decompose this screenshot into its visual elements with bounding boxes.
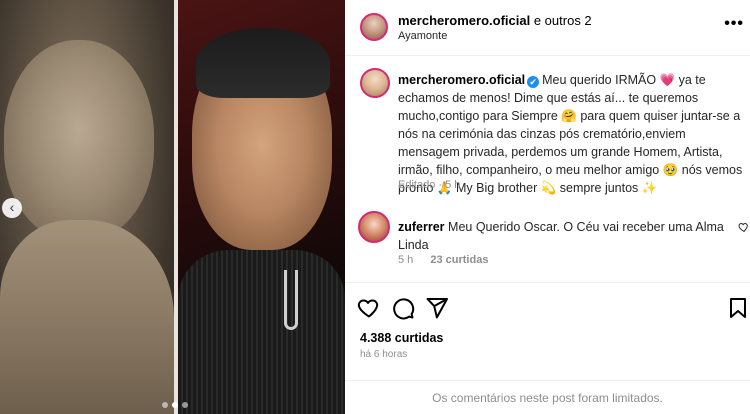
comments-limited-notice: Os comentários neste post foram limitado…: [345, 380, 750, 414]
necklace: [284, 270, 298, 330]
comment-avatar[interactable]: [358, 211, 390, 243]
like-heart-icon[interactable]: [357, 296, 381, 320]
comment-username[interactable]: zuferrer: [398, 220, 445, 234]
more-options-icon[interactable]: •••: [724, 15, 744, 33]
tearful-emoji: 🥹: [662, 163, 679, 177]
coauthors-link[interactable]: e outros 2: [534, 13, 592, 28]
caption-text-5: My Big brother: [452, 181, 541, 195]
hug-emoji: 🤗: [561, 109, 577, 123]
caption-text-6: sempre juntos: [556, 181, 642, 195]
carousel-dot: [162, 402, 168, 408]
carousel-dot: [182, 402, 188, 408]
verified-badge-icon: ✔: [527, 76, 540, 88]
post-actions: [345, 282, 750, 330]
comment-meta: 5 h 23 curtidas: [398, 254, 488, 266]
share-paper-plane-icon[interactable]: [425, 296, 449, 320]
save-bookmark-icon[interactable]: [726, 296, 750, 320]
caption-meta: Editado · 5 h: [398, 179, 461, 191]
comment-body: Meu Querido Oscar. O Céu vai receber uma…: [398, 220, 724, 252]
comment-bubble-icon[interactable]: [391, 296, 415, 320]
dizzy-emoji: 💫: [540, 181, 557, 195]
man-shirt: [178, 250, 345, 414]
comment-text: zuferrer Meu Querido Oscar. O Céu vai re…: [398, 218, 728, 254]
caption-text-1: Meu querido IRMÃO: [542, 73, 657, 87]
post-time-ago: há 6 horas: [360, 349, 408, 360]
man-photo: [178, 0, 345, 414]
carousel-dot-active: [172, 402, 178, 408]
post-side-panel: mercheromero.oficial e outros 2 Ayamonte…: [345, 0, 750, 414]
comment-likes[interactable]: 23 curtidas: [430, 254, 488, 266]
caption-username[interactable]: mercheromero.oficial: [398, 73, 525, 87]
baby-photo: [0, 0, 174, 414]
location-link[interactable]: Ayamonte: [398, 30, 447, 42]
comment-time: 5 h: [398, 254, 414, 266]
baby-face: [4, 40, 154, 240]
avatar[interactable]: [360, 13, 388, 41]
post-header: mercheromero.oficial e outros 2 Ayamonte…: [345, 0, 750, 56]
edited-label: Editado: [398, 179, 436, 191]
header-username[interactable]: mercheromero.oficial: [398, 13, 530, 28]
man-hair: [196, 28, 330, 98]
caption-avatar[interactable]: [360, 68, 390, 98]
sparkles-emoji: ✨: [641, 181, 658, 195]
post-media-carousel[interactable]: ‹: [0, 0, 345, 414]
baby-body: [0, 220, 174, 414]
chevron-left-icon[interactable]: ‹: [2, 198, 22, 218]
caption-time: 5 h: [445, 179, 461, 191]
likes-count[interactable]: 4.388 curtidas: [360, 331, 443, 345]
carousel-dots: [162, 402, 188, 408]
comment-like-icon[interactable]: [738, 221, 750, 233]
header-title: mercheromero.oficial e outros 2: [398, 13, 592, 28]
heart-emoji: 💗: [659, 73, 676, 87]
